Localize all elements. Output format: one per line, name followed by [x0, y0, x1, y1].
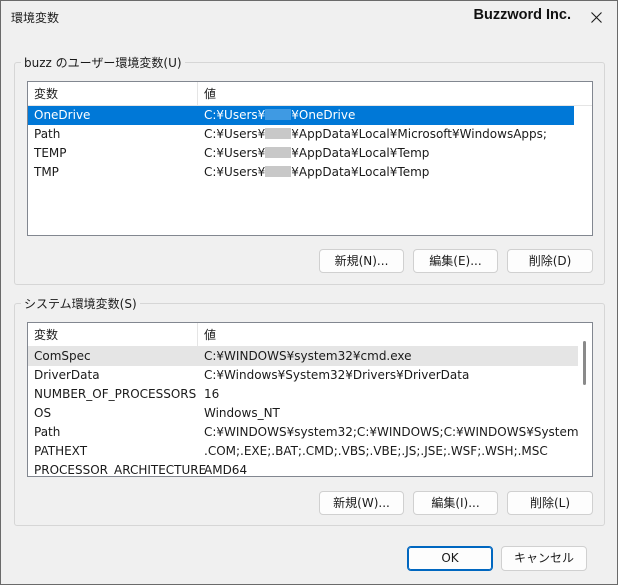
window-title: 環境変数: [11, 11, 60, 25]
user-variables-group-label: buzz のユーザー環境変数(U): [21, 54, 185, 71]
column-header-value[interactable]: 値: [198, 82, 216, 106]
system-edit-button[interactable]: 編集(I)...: [413, 491, 498, 515]
list-item[interactable]: PATHEXT .COM;.EXE;.BAT;.CMD;.VBS;.VBE;.JS…: [28, 442, 578, 461]
value-prefix: C:¥Users¥: [204, 165, 266, 179]
variable-value: C:¥WINDOWS¥system32;C:¥WINDOWS;C:¥WINDOW…: [204, 425, 593, 439]
variable-value: C:¥Users¥ ¥AppData¥Local¥Microsoft¥Window…: [204, 125, 547, 144]
variable-name: Path: [34, 425, 61, 439]
brand-watermark: Buzzword Inc.: [473, 7, 571, 23]
variable-name: PROCESSOR_ARCHITECTURE: [34, 463, 207, 477]
variable-name: TMP: [34, 165, 59, 179]
variable-value: Windows_NT: [204, 406, 280, 420]
variable-name: TEMP: [34, 146, 67, 160]
redacted-username: [265, 166, 292, 177]
value-suffix: ¥AppData¥Local¥Temp: [291, 146, 430, 160]
variable-name: OneDrive: [34, 108, 91, 122]
list-item[interactable]: NUMBER_OF_PROCESSORS 16: [28, 385, 578, 404]
close-button[interactable]: [583, 5, 609, 29]
ok-button[interactable]: OK: [407, 546, 493, 571]
close-icon: [590, 11, 602, 23]
redacted-username: [265, 147, 292, 158]
system-delete-button[interactable]: 削除(L): [507, 491, 593, 515]
list-item[interactable]: TMP C:¥Users¥ ¥AppData¥Local¥Temp: [28, 163, 574, 182]
variable-name: NUMBER_OF_PROCESSORS: [34, 387, 197, 401]
list-item[interactable]: OS Windows_NT: [28, 404, 578, 423]
list-item[interactable]: ComSpec C:¥WINDOWS¥system32¥cmd.exe: [28, 347, 578, 366]
value-suffix: ¥AppData¥Local¥Microsoft¥WindowsApps;: [291, 127, 547, 141]
user-delete-button[interactable]: 削除(D): [507, 249, 593, 273]
value-prefix: C:¥Users¥: [204, 146, 266, 160]
user-variables-header: 変数 値: [28, 82, 592, 106]
variable-name: Path: [34, 127, 61, 141]
system-variables-header: 変数 値: [28, 323, 592, 347]
variable-value: .COM;.EXE;.BAT;.CMD;.VBS;.VBE;.JS;.JSE;.…: [204, 444, 548, 458]
variable-name: ComSpec: [34, 349, 91, 363]
value-suffix: ¥AppData¥Local¥Temp: [291, 165, 430, 179]
cancel-button[interactable]: キャンセル: [501, 546, 587, 571]
system-variables-list[interactable]: 変数 値 ComSpec C:¥WINDOWS¥system32¥cmd.exe D…: [27, 322, 593, 477]
column-header-variable[interactable]: 変数: [28, 323, 58, 347]
title-bar[interactable]: 環境変数 Buzzword Inc.: [1, 1, 617, 33]
variable-value: C:¥Users¥ ¥AppData¥Local¥Temp: [204, 163, 429, 182]
list-item[interactable]: TEMP C:¥Users¥ ¥AppData¥Local¥Temp: [28, 144, 574, 163]
column-header-variable[interactable]: 変数: [28, 82, 58, 106]
scrollbar-thumb[interactable]: [583, 341, 586, 385]
list-item[interactable]: PROCESSOR_ARCHITECTURE AMD64: [28, 461, 578, 477]
variable-name: PATHEXT: [34, 444, 88, 458]
value-prefix: C:¥Users¥: [204, 108, 266, 122]
variable-value: C:¥Users¥ ¥AppData¥Local¥Temp: [204, 144, 429, 163]
column-header-value[interactable]: 値: [198, 323, 216, 347]
variable-value: C:¥WINDOWS¥system32¥cmd.exe: [204, 349, 412, 363]
environment-variables-dialog: 環境変数 Buzzword Inc. buzz のユーザー環境変数(U) 変数 …: [0, 0, 618, 585]
user-variables-list[interactable]: 変数 値 OneDrive C:¥Users¥ ¥OneDrive Path C:¥Us…: [27, 81, 593, 236]
vertical-scrollbar[interactable]: [578, 323, 592, 476]
variable-value: AMD64: [204, 463, 248, 477]
variable-value: C:¥Windows¥System32¥Drivers¥DriverData: [204, 368, 470, 382]
value-suffix: ¥OneDrive: [291, 108, 356, 122]
variable-name: OS: [34, 406, 52, 420]
list-item[interactable]: Path C:¥WINDOWS¥system32;C:¥WINDOWS;C:¥WI…: [28, 423, 592, 442]
list-item[interactable]: Path C:¥Users¥ ¥AppData¥Local¥Microsoft¥Wi…: [28, 125, 574, 144]
list-item[interactable]: DriverData C:¥Windows¥System32¥Drivers¥Dr…: [28, 366, 578, 385]
user-edit-button[interactable]: 編集(E)...: [413, 249, 498, 273]
variable-name: DriverData: [34, 368, 100, 382]
redacted-username: [265, 109, 292, 120]
list-item[interactable]: OneDrive C:¥Users¥ ¥OneDrive: [28, 106, 574, 125]
variable-value: C:¥Users¥ ¥OneDrive: [204, 106, 355, 125]
system-new-button[interactable]: 新規(W)...: [319, 491, 404, 515]
value-prefix: C:¥Users¥: [204, 127, 266, 141]
system-variables-group-label: システム環境変数(S): [21, 295, 140, 312]
variable-value: 16: [204, 387, 220, 401]
user-new-button[interactable]: 新規(N)...: [319, 249, 404, 273]
redacted-username: [265, 128, 292, 139]
